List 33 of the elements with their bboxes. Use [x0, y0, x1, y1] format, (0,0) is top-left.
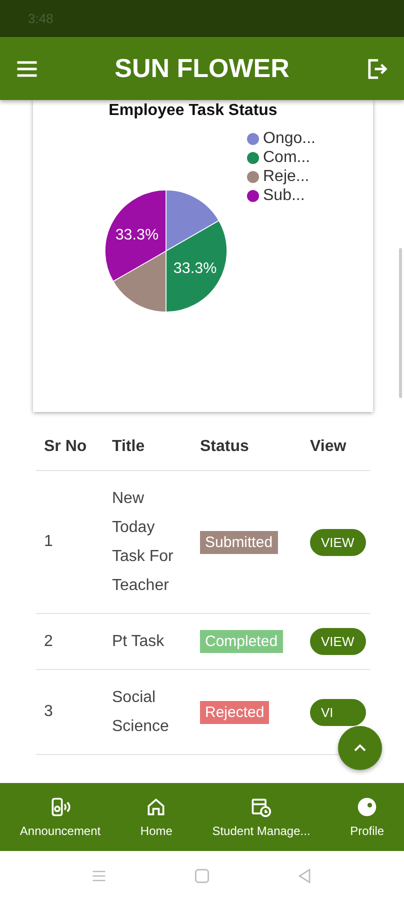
legend-label: Ongo...	[263, 130, 316, 148]
home-icon	[145, 796, 168, 818]
calendar-icon	[250, 796, 272, 818]
column-header: View	[310, 438, 348, 456]
slice-label: 33.3%	[115, 226, 159, 244]
status-tag: Completed	[200, 630, 283, 653]
legend-label: Reje...	[263, 168, 310, 186]
table-cell-text: 3	[44, 703, 54, 721]
column-header: Sr No	[44, 438, 88, 456]
table-cell-text: 2	[44, 632, 54, 650]
view-button[interactable]: VI	[310, 698, 366, 726]
table-cell-text: 1	[44, 533, 54, 551]
column-header: Title	[112, 438, 146, 456]
chart-title: Employee Task Status	[108, 102, 278, 120]
legend-label: Com...	[263, 149, 310, 167]
speaker-icon	[49, 796, 72, 818]
nav-item[interactable]: Profile	[350, 796, 384, 838]
nav-item[interactable]: Home	[140, 796, 172, 838]
nav-item[interactable]: Announcement	[20, 796, 101, 838]
table-cell-text: New Today Task For Teacher	[112, 489, 174, 596]
scroll-top-button[interactable]	[338, 726, 382, 770]
column-header: Status	[200, 438, 250, 456]
table-cell-text: Pt Task	[112, 632, 166, 652]
view-button[interactable]: VIEW	[310, 528, 366, 556]
status-tag: Submitted	[200, 530, 278, 554]
avatar-icon	[356, 796, 378, 818]
table-cell-text: Social Science	[112, 688, 170, 737]
slice-label: 33.3%	[173, 260, 217, 277]
nav-item[interactable]: Student Manage...	[212, 796, 310, 838]
legend-label: Sub...	[263, 187, 305, 205]
status-tag: Rejected	[200, 700, 270, 724]
view-button[interactable]: VIEW	[310, 628, 366, 655]
app-title: SUN FLOWER	[114, 53, 290, 84]
